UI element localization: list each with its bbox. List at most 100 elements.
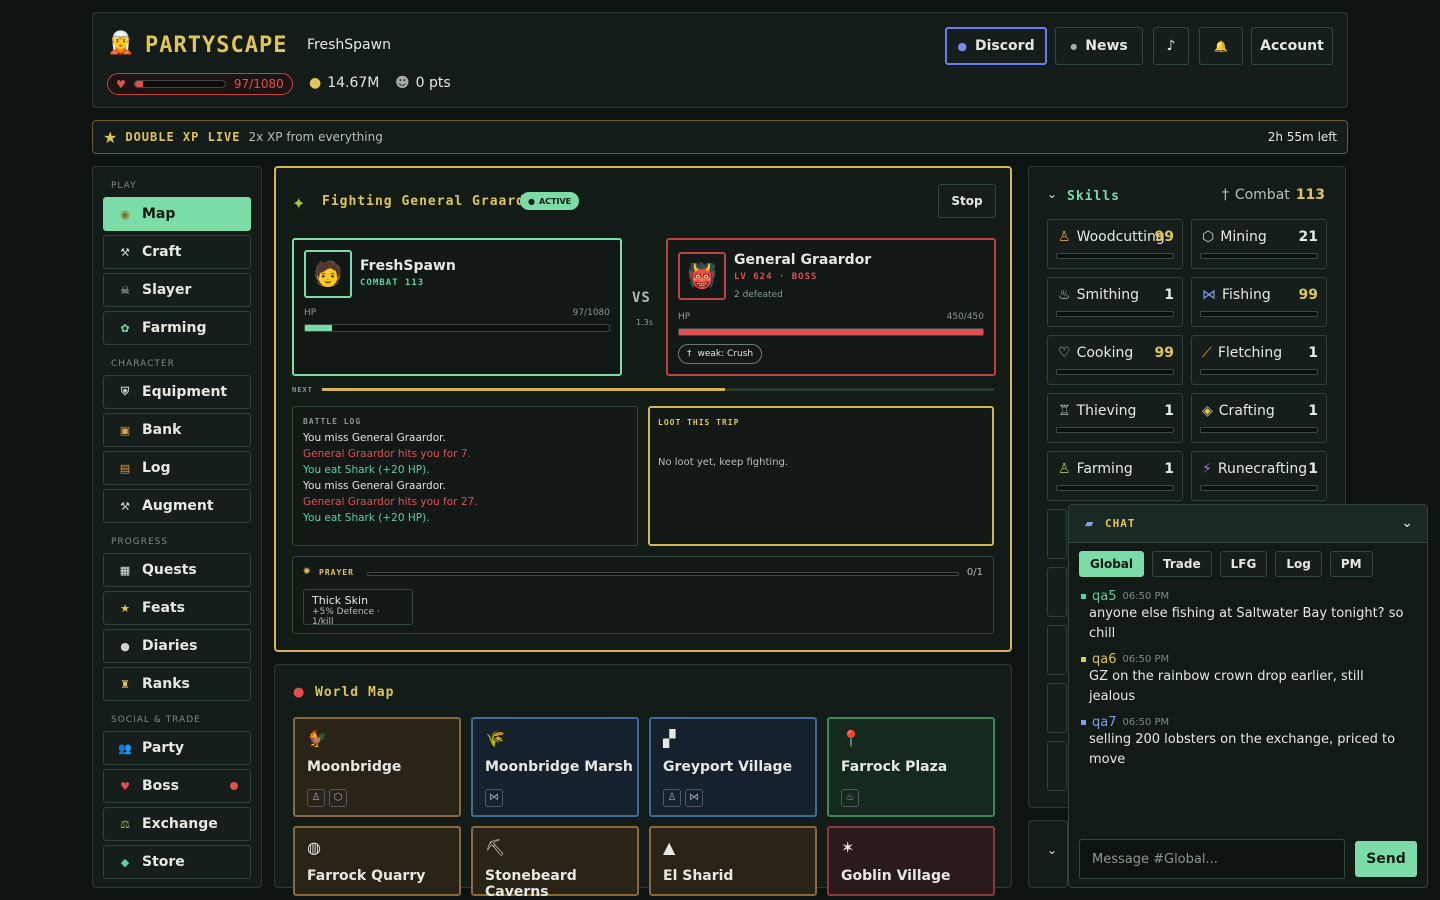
location-greyport-village[interactable]: ▞ Greyport Village ♙ ⋈: [649, 717, 817, 817]
sidebar-item-craft[interactable]: ⚒ Craft: [103, 235, 251, 269]
stop-button[interactable]: Stop: [938, 184, 996, 218]
sidebar-item-slayer[interactable]: ☠ Slayer: [103, 273, 251, 307]
skill-woodcutting[interactable]: ♙ Woodcutting 99: [1047, 219, 1183, 269]
chat-tab-trade[interactable]: Trade: [1152, 551, 1212, 577]
location-moonbridge[interactable]: 🐓 Moonbridge ♙ ⬡: [293, 717, 461, 817]
skill-farming[interactable]: ♙ Farming 1: [1047, 451, 1183, 501]
sidebar-item-quests[interactable]: ▦ Quests: [103, 553, 251, 587]
combat-panel: ✦ Fighting General Graardor ● ACTIVE Stop…: [274, 166, 1012, 652]
skill-label: Cooking: [1076, 345, 1134, 361]
skill-level: 1: [1308, 403, 1318, 419]
account-button[interactable]: Account: [1251, 27, 1333, 65]
discord-button[interactable]: ● Discord: [945, 27, 1047, 65]
skill-chip-icon: ⋈: [685, 789, 703, 807]
active-badge: ● ACTIVE: [520, 192, 580, 210]
prayer-count: 0/1: [966, 567, 983, 578]
chat-tab-lfg[interactable]: LFG: [1219, 551, 1268, 577]
prayer-name: Thick Skin: [312, 594, 369, 607]
chat-messages: qa5 06:50 PM anyone else fishing at Saltwa…: [1069, 589, 1427, 778]
chat-tab-pm[interactable]: PM: [1329, 551, 1373, 577]
chat-username[interactable]: qa7: [1092, 715, 1117, 730]
sidebar-item-exchange[interactable]: ⚖ Exchange: [103, 807, 251, 841]
skill-xp-bar: [1200, 485, 1318, 491]
sidebar-item-equipment[interactable]: ⛨ Equipment: [103, 375, 251, 409]
skill-mining[interactable]: ⬡ Mining 21: [1191, 219, 1327, 269]
location-icon: 🐓: [307, 729, 327, 748]
skill-name: ♖ Thieving: [1058, 403, 1136, 419]
chat-input[interactable]: Message #Global...: [1079, 839, 1345, 879]
skill-thieving[interactable]: ♖ Thieving 1: [1047, 393, 1183, 443]
location-farrock-plaza[interactable]: 📍 Farrock Plaza ♨: [827, 717, 995, 817]
location-goblin-village[interactable]: ✶ Goblin Village: [827, 826, 995, 896]
sidebar-item-label: Bank: [142, 422, 182, 438]
music-button[interactable]: ♪: [1153, 27, 1189, 65]
sidebar-item-map[interactable]: ◉ Map: [103, 197, 251, 231]
skill-name: ♨ Smithing: [1058, 287, 1139, 303]
skill-label: Woodcutting: [1076, 229, 1165, 245]
user-badge-icon: [1081, 594, 1086, 599]
location-el-sharid[interactable]: ▲ El Sharid: [649, 826, 817, 896]
skill-name: ⋈ Fishing: [1202, 287, 1271, 303]
notifications-button[interactable]: 🔔: [1199, 27, 1243, 65]
skills-title: Skills: [1067, 189, 1120, 204]
sidebar-item-ranks[interactable]: ♜ Ranks: [103, 667, 251, 701]
skill-crafting[interactable]: ◈ Crafting 1: [1191, 393, 1327, 443]
skill-level: 1: [1308, 345, 1318, 361]
skill-smithing[interactable]: ♨ Smithing 1: [1047, 277, 1183, 327]
sidebar-item-feats[interactable]: ★ Feats: [103, 591, 251, 625]
skill-partial: [1047, 509, 1067, 559]
chevron-down-icon[interactable]: ⌄: [1047, 843, 1057, 857]
location-stonebeard-caverns[interactable]: ⛏ Stonebeard Caverns: [471, 826, 639, 900]
battle-log-line: You miss General Graardor.: [303, 432, 446, 444]
skill-chip-icon: ⋈: [485, 789, 503, 807]
skill-xp-bar: [1056, 369, 1174, 375]
skill-name: ⬡ Mining: [1202, 229, 1267, 245]
skill-name: ⟋ Fletching: [1202, 345, 1282, 361]
sidebar-item-farming[interactable]: ✿ Farming: [103, 311, 251, 345]
sidebar-item-diaries[interactable]: ● Diaries: [103, 629, 251, 663]
chevron-down-icon[interactable]: ⌄: [1401, 515, 1413, 531]
chat-tab-global[interactable]: Global: [1079, 551, 1145, 577]
player-name: FreshSpawn: [360, 258, 456, 274]
enemy-hp-text: 450/450: [946, 312, 984, 322]
skill-level: 1: [1308, 461, 1318, 477]
chat-title: CHAT: [1105, 517, 1136, 530]
skill-cooking[interactable]: ♡ Cooking 99: [1047, 335, 1183, 385]
gold-text: 14.67M: [327, 75, 380, 91]
sidebar-item-label: Boss: [142, 778, 179, 794]
chat-timestamp: 06:50 PM: [1122, 717, 1170, 728]
prayer-thick-skin[interactable]: Thick Skin +5% Defence · 1/kill: [303, 589, 413, 627]
skill-label: Mining: [1220, 229, 1267, 245]
chevron-down-icon[interactable]: ⌄: [1047, 187, 1057, 201]
sidebar-item-store[interactable]: ◆ Store: [103, 845, 251, 879]
sidebar-item-party[interactable]: 👥 Party: [103, 731, 251, 765]
skill-fletching[interactable]: ⟋ Fletching 1: [1191, 335, 1327, 385]
send-button[interactable]: Send: [1355, 841, 1417, 877]
sidebar-item-label: Party: [142, 740, 185, 756]
sidebar-item-boss[interactable]: ♥ Boss: [103, 769, 251, 803]
chat-message: qa5 06:50 PM anyone else fishing at Saltwa…: [1081, 589, 1407, 644]
chat-username[interactable]: qa5: [1092, 589, 1117, 604]
world-map-panel: ● World Map 🐓 Moonbridge ♙ ⬡ 🌾 Moonbridge Mar…: [274, 664, 1012, 900]
sidebar-item-log[interactable]: ▤ Log: [103, 451, 251, 485]
augment-icon: ⚒: [120, 499, 130, 513]
skill-runecrafting[interactable]: ⚡ Runecrafting 1: [1191, 451, 1327, 501]
weakness-badge: † weak: Crush: [678, 344, 763, 364]
fishing-icon: ⋈: [1202, 287, 1216, 303]
stop-label: Stop: [951, 194, 983, 208]
user-badge-icon: [1081, 720, 1086, 725]
nav-section-progress: PROGRESS: [111, 537, 169, 547]
gold-display: ● 14.67M: [309, 75, 379, 91]
location-moonbridge-marsh[interactable]: 🌾 Moonbridge Marsh ⋈: [471, 717, 639, 817]
news-button[interactable]: ● News: [1055, 27, 1143, 65]
chat-tab-log[interactable]: Log: [1275, 551, 1322, 577]
next-attack-bar: [322, 388, 994, 391]
battle-log-line: General Graardor hits you for 7.: [303, 448, 471, 460]
chat-username[interactable]: qa6: [1092, 652, 1117, 667]
sidebar-item-augment[interactable]: ⚒ Augment: [103, 489, 251, 523]
sidebar-item-bank[interactable]: ▣ Bank: [103, 413, 251, 447]
location-farrock-quarry[interactable]: ◍ Farrock Quarry: [293, 826, 461, 896]
chat-message: qa7 06:50 PM selling 200 lobsters on the e…: [1081, 715, 1407, 770]
skill-xp-bar: [1056, 485, 1174, 491]
skill-fishing[interactable]: ⋈ Fishing 99: [1191, 277, 1327, 327]
